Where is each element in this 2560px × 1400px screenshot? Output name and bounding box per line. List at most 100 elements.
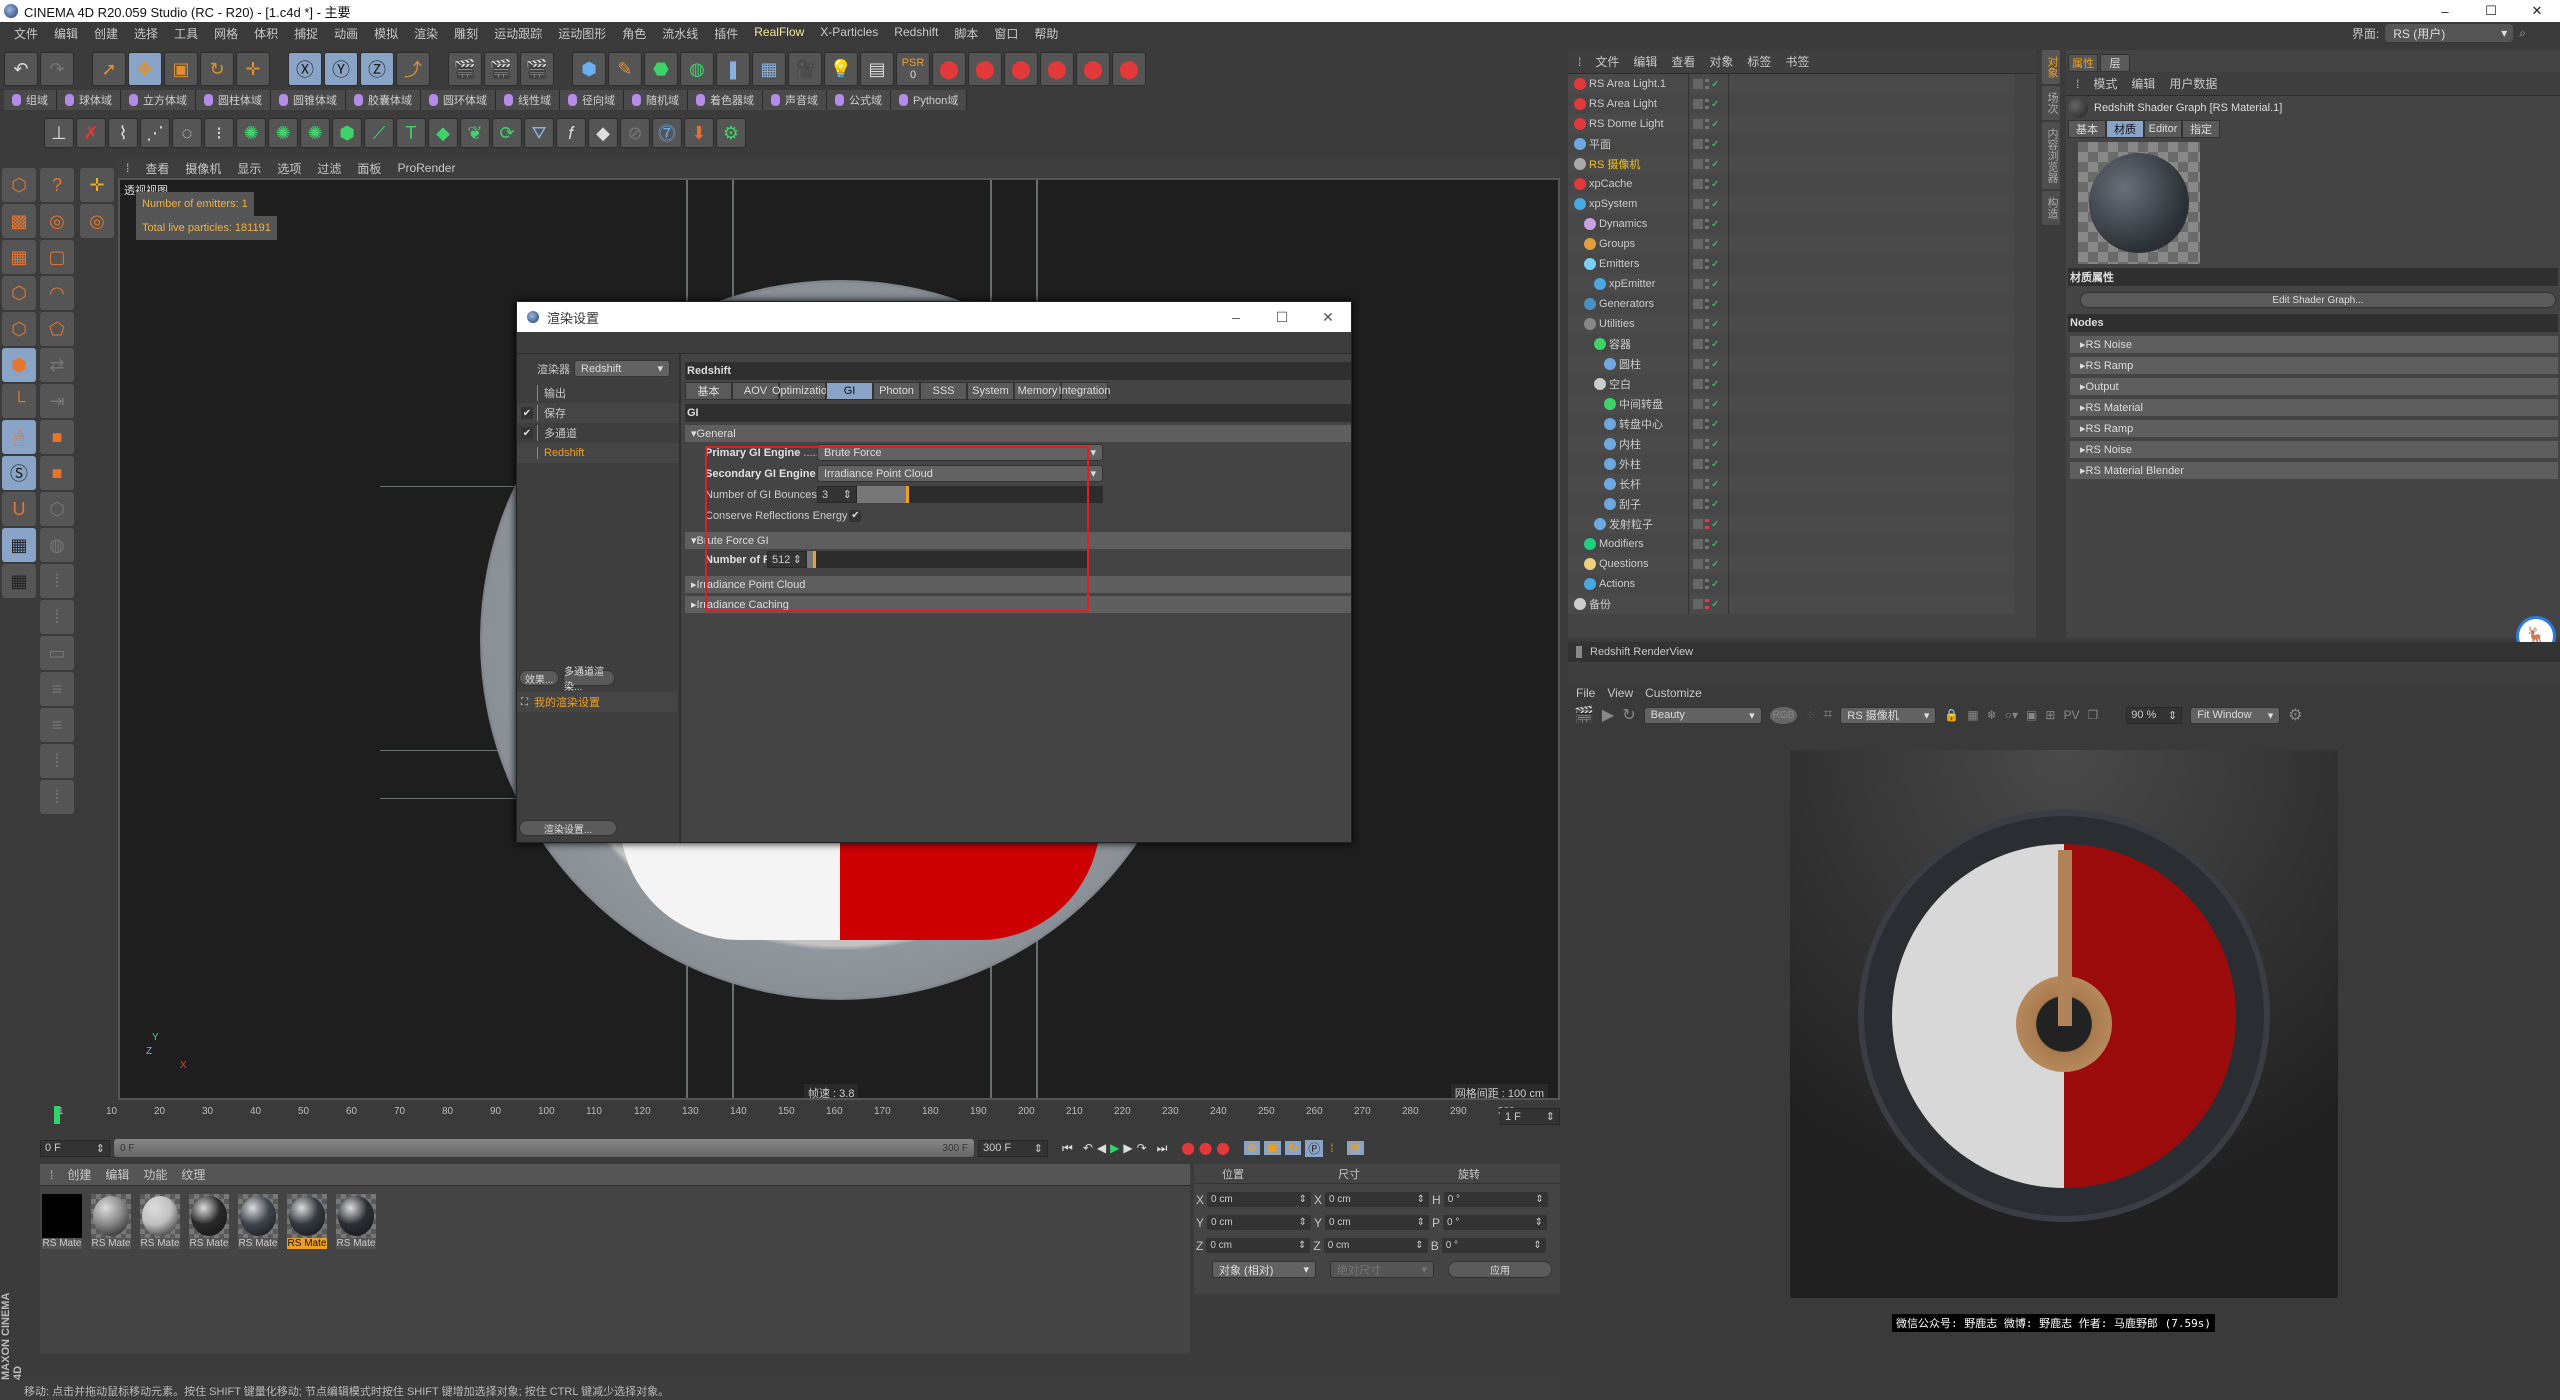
menu-item-12[interactable]: 运动跟踪 (486, 25, 550, 42)
material-swatch[interactable]: RS Mate (140, 1194, 180, 1249)
enabled-check-icon[interactable]: ✓ (1711, 259, 1719, 270)
go-to-end-icon[interactable]: ⏭ (1157, 1141, 1168, 1156)
prev-key-icon[interactable]: ↶ (1083, 1141, 1093, 1155)
object-row[interactable]: Emitters ✓ (1568, 254, 2014, 274)
object-row[interactable]: Groups ✓ (1568, 234, 2014, 254)
pattern-icon[interactable]: ⁞ (40, 744, 74, 778)
render-picture-viewer-button[interactable]: 🎬 (484, 52, 518, 86)
visibility-toggle[interactable] (1705, 499, 1709, 509)
general-group[interactable]: ▾ General (685, 425, 1351, 442)
copy-icon[interactable]: ❐ (2087, 708, 2098, 722)
effects-button[interactable]: 效果... (519, 670, 559, 686)
material-menu-item-2[interactable]: 功能 (143, 1166, 167, 1183)
object-row[interactable]: Utilities ✓ (1568, 314, 2014, 334)
key-parameter-icon[interactable]: Ⓟ (1305, 1139, 1324, 1157)
visibility-toggle[interactable] (1705, 399, 1709, 409)
layer-icon[interactable] (1693, 539, 1703, 549)
field-button-12[interactable]: 公式域 (827, 90, 891, 110)
menu-item-16[interactable]: 插件 (706, 25, 746, 42)
object-menu-item-1[interactable]: 编辑 (1633, 53, 1657, 70)
object-row[interactable]: 发射粒子 ✓ (1568, 514, 2014, 534)
preset-row[interactable]: ⛶ 我的渲染设置 (517, 692, 677, 712)
menu-item-2[interactable]: 创建 (86, 25, 126, 42)
layer-icon[interactable] (1693, 179, 1703, 189)
move-axis-icon[interactable]: ✛ (80, 168, 114, 202)
layer-icon[interactable] (1693, 159, 1703, 169)
layer-icon[interactable] (1693, 599, 1703, 609)
visibility-toggle[interactable] (1705, 139, 1709, 149)
menu-item-4[interactable]: 工具 (166, 25, 206, 42)
download-icon[interactable]: ⬇ (684, 118, 714, 148)
material-swatch[interactable]: RS Mate (336, 1194, 376, 1249)
node-row[interactable]: ▸ RS Ramp (2070, 420, 2558, 437)
visibility-toggle[interactable] (1705, 119, 1709, 129)
visibility-toggle[interactable] (1705, 79, 1709, 89)
node-row[interactable]: ▸ RS Noise (2070, 441, 2558, 458)
object-menu-item-4[interactable]: 标签 (1747, 53, 1771, 70)
rotate-tool-button[interactable]: ↻ (200, 52, 234, 86)
object-row[interactable]: 平面 ✓ (1568, 134, 2014, 154)
object-menu-item-0[interactable]: 文件 (1595, 53, 1619, 70)
rgb-icon[interactable]: RGB (1769, 706, 1798, 724)
spline-grid-icon[interactable]: ⁝ (204, 118, 234, 148)
layer-icon[interactable] (1693, 299, 1703, 309)
field-button-9[interactable]: 随机域 (624, 90, 688, 110)
material-swatch[interactable]: RS Mate (42, 1194, 82, 1249)
render-image[interactable] (1790, 750, 2338, 1298)
dialog-titlebar[interactable]: 渲染设置 – ☐ ✕ (517, 302, 1351, 332)
xp-group-icon[interactable]: ⬢ (332, 118, 362, 148)
object-row[interactable]: RS 摄像机 ✓ (1568, 154, 2014, 174)
enabled-check-icon[interactable]: ✓ (1711, 219, 1719, 230)
polygons-mode-icon[interactable]: ⬢ (2, 348, 36, 382)
next-key-icon[interactable]: ↷ (1137, 1141, 1147, 1155)
object-row[interactable]: Questions ✓ (1568, 554, 2014, 574)
dialog-close-button[interactable]: ✕ (1305, 309, 1351, 326)
enabled-check-icon[interactable]: ✓ (1711, 199, 1719, 210)
polygon-selection-icon[interactable]: ⬠ (40, 312, 74, 346)
visibility-toggle[interactable] (1705, 239, 1709, 249)
minimize-button[interactable]: – (2422, 0, 2468, 22)
enabled-check-icon[interactable]: ✓ (1711, 79, 1719, 90)
frame-range-slider[interactable]: 0 F 300 F (114, 1139, 974, 1157)
field-button-5[interactable]: 胶囊体域 (346, 90, 421, 110)
menu-item-8[interactable]: 动画 (326, 25, 366, 42)
edit-shader-graph-button[interactable]: Edit Shader Graph... (2080, 292, 2556, 308)
tweak-mode-icon[interactable]: 🖱 (2, 420, 36, 454)
side-tab-3[interactable]: 构造 (2042, 191, 2060, 225)
size-mode-dropdown[interactable]: 绝对尺寸 ▾ (1330, 1261, 1434, 1278)
layer-icon[interactable] (1693, 319, 1703, 329)
renderview-menu-item-1[interactable]: View (1607, 686, 1633, 700)
object-row[interactable]: 外柱 ✓ (1568, 454, 2014, 474)
go-to-start-icon[interactable]: ⏮ (1062, 1141, 1073, 1156)
visibility-toggle[interactable] (1705, 159, 1709, 169)
menu-item-20[interactable]: 脚本 (946, 25, 986, 42)
attr-menu-item-0[interactable]: 模式 (2093, 75, 2117, 92)
rs-proxy-button[interactable]: ⬤ (1076, 52, 1110, 86)
camera-dropdown[interactable]: RS 摄像机 ▾ (1840, 706, 1937, 724)
light-icon[interactable]: 💡 (824, 52, 858, 86)
column-icon[interactable]: ⁞ (40, 780, 74, 814)
object-row[interactable]: xpEmitter ✓ (1568, 274, 2014, 294)
menu-item-5[interactable]: 网格 (206, 25, 246, 42)
move-tool-button[interactable]: ✥ (128, 52, 162, 86)
tab-integration[interactable]: Integration (1059, 382, 1111, 400)
layers-icon[interactable]: ≡ (40, 672, 74, 706)
deformer-icon[interactable]: ❚ (716, 52, 750, 86)
enabled-check-icon[interactable]: ✓ (1711, 299, 1719, 310)
layer-icon[interactable] (1693, 559, 1703, 569)
viewport-menu-item-5[interactable]: 面板 (357, 160, 381, 177)
object-row[interactable]: 空白 ✓ (1568, 374, 2014, 394)
attr-subtab-0[interactable]: 基本 (2068, 120, 2106, 138)
layer-icon[interactable] (1693, 439, 1703, 449)
key-scale-icon[interactable]: ▣ (1263, 1141, 1282, 1155)
object-row[interactable]: xpCache ✓ (1568, 174, 2014, 194)
aov-dropdown[interactable]: Beauty ▾ (1643, 706, 1762, 724)
texture-mode-icon[interactable]: ▩ (2, 204, 36, 238)
enabled-check-icon[interactable]: ✓ (1711, 239, 1719, 250)
attr-menu-item-2[interactable]: 用户数据 (2169, 75, 2217, 92)
layer-icon[interactable] (1693, 459, 1703, 469)
apply-button[interactable]: 应用 (1448, 1261, 1552, 1278)
spline-sketch-icon[interactable]: ⋰ (140, 118, 170, 148)
rot-b-input[interactable]: 0 ° ⇕ (1441, 1238, 1546, 1253)
rs-point-light-button[interactable]: ⬤ (968, 52, 1002, 86)
